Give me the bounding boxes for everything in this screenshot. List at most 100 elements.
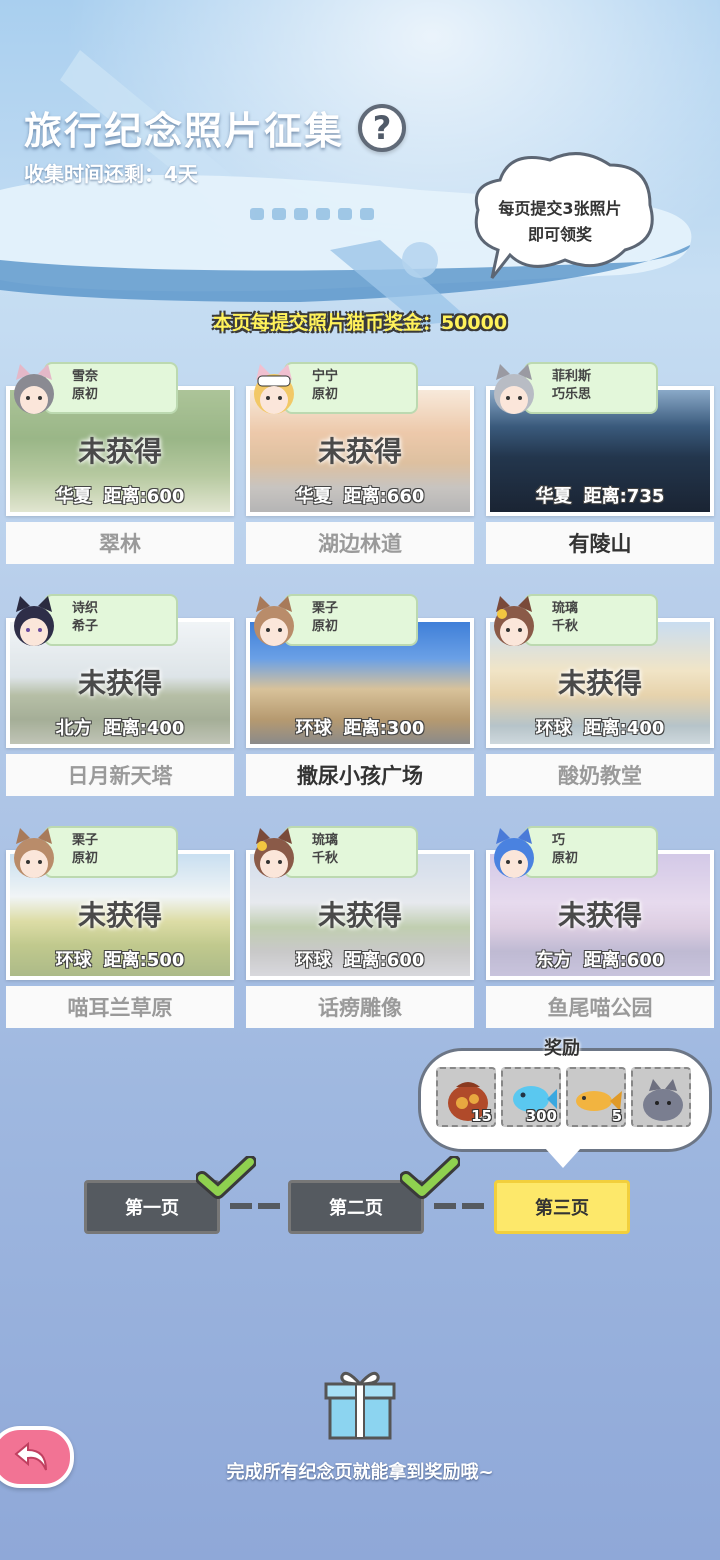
photo-region: 环球 [295,950,332,971]
photo-region: 华夏 [535,486,572,507]
cat-name-2: 希子 [72,619,99,634]
locked-status: 未获得 [77,899,162,932]
photo-info: 华夏 距离:735 [490,482,710,508]
speech-line-2: 即可领奖 [527,225,592,244]
photo-card[interactable]: 未获得 环球 距离:600 话痨雕像 琉璃 千秋 [246,826,474,1062]
page-connector [258,1203,280,1209]
photo-name: 喵耳兰草原 [6,986,234,1028]
cat-tag: 宁宁 原初 [284,362,418,414]
back-arrow-icon [14,1442,47,1471]
cat-name-1: 琉璃 [312,833,339,848]
photo-distance: 距离:600 [103,486,185,507]
photo-region: 环球 [55,950,92,971]
photo-card[interactable]: 环球 距离:300 撒尿小孩广场 栗子原初 [246,594,474,830]
bonus-text: 本页每提交照片猫币奖金：50000 [212,312,508,334]
photo-distance: 距离:400 [583,718,665,739]
cat-name-1: 菲利斯 [552,369,592,384]
page-connector [434,1203,456,1209]
rewards-popup-tail [545,1148,581,1168]
collection-timer: 收集时间还剩：4天 [24,162,198,186]
cat-name-1: 雪奈 [72,369,99,384]
cat-name-2: 原初 [72,851,99,866]
reward-item[interactable]: 15 [436,1067,496,1127]
cat-name-1: 宁宁 [312,369,339,384]
photo-card[interactable]: 未获得 环球 距离:500 喵耳兰草原 栗子 原初 [6,826,234,1062]
page-connector [230,1203,252,1209]
photo-info: 环球 距离:500 [10,946,230,972]
photo-info: 华夏 距离:600 [10,482,230,508]
photo-distance: 距离:660 [343,486,425,507]
cat-name-2: 原初 [312,387,339,402]
photo-card[interactable]: 未获得 华夏 距离:660 湖边林道 宁宁原初 [246,362,474,598]
cat-name-2: 原初 [552,851,579,866]
photo-card[interactable]: 未获得 环球 距离:400 酸奶教堂 琉璃 千秋 [486,594,714,830]
cat-avatar-icon [254,596,294,646]
cat-name-1: 诗织 [72,601,99,616]
locked-status: 未获得 [557,667,642,700]
photo-name: 酸奶教堂 [486,754,714,796]
cat-name-2: 原初 [72,387,99,402]
reward-item[interactable] [631,1067,691,1127]
page-connector [462,1203,484,1209]
locked-status: 未获得 [317,899,402,932]
photo-info: 东方 距离:600 [490,946,710,972]
photo-info: 北方 距离:400 [10,714,230,740]
locked-status: 未获得 [557,899,642,932]
photo-name: 翠林 [6,522,234,564]
cat-avatar-icon [494,596,534,646]
cat-tag: 诗织 希子 [44,594,178,646]
cat-tag: 菲利斯 巧乐思 [524,362,658,414]
footer-hint: 完成所有纪念页就能拿到奖励哦~ [226,1462,494,1483]
cat-tag: 巧原初 [524,826,658,878]
cat-avatar-icon [14,364,54,414]
reward-count: 300 [525,1107,557,1125]
photo-region: 华夏 [55,486,92,507]
photo-info: 环球 距离:600 [250,946,470,972]
photo-region: 环球 [535,718,572,739]
photo-name: 湖边林道 [246,522,474,564]
locked-status: 未获得 [77,667,162,700]
cat-tag: 琉璃 千秋 [284,826,418,878]
cat-name-1: 栗子 [312,601,339,616]
photo-region: 北方 [55,718,92,739]
cat-name-2: 原初 [312,619,339,634]
photo-distance: 距离:300 [343,718,425,739]
photo-name: 话痨雕像 [246,986,474,1028]
cat-tag: 栗子 原初 [284,594,418,646]
reward-item[interactable]: 300 [501,1067,561,1127]
page-3-button[interactable]: 第三页 [494,1180,630,1234]
gift-box-icon[interactable] [322,1364,398,1440]
photo-card[interactable]: 未获得 华夏 距离:600 翠林 雪奈 原初 [6,362,234,598]
photo-card[interactable]: 华夏 距离:735 有陵山 菲利斯巧乐思 [486,362,714,598]
cat-avatar-icon [494,364,534,414]
cat-name-2: 千秋 [552,619,579,634]
reward-item[interactable]: 5 [566,1067,626,1127]
photo-card[interactable]: 未获得 北方 距离:400 日月新天塔 诗织 希子 [6,594,234,830]
photo-name: 有陵山 [486,522,714,564]
speech-line-1: 每页提交3张照片 [498,199,622,218]
photo-region: 环球 [295,718,332,739]
back-button[interactable] [0,1426,74,1488]
photo-region: 华夏 [295,486,332,507]
checkmark-icon [196,1156,256,1199]
cat-avatar-icon [494,828,534,878]
photo-distance: 距离:600 [583,950,665,971]
help-button[interactable]: ? [358,104,406,152]
cat-tag: 栗子 原初 [44,826,178,878]
cat-avatar-icon [254,364,294,414]
speech-bubble-text: 每页提交3张照片 即可领奖 [480,196,640,248]
photo-distance: 距离:735 [583,486,665,507]
locked-status: 未获得 [317,435,402,468]
cat-name-2: 巧乐思 [552,387,592,402]
photo-card[interactable]: 未获得 东方 距离:600 鱼尾喵公园 巧原初 [486,826,714,1062]
photo-name: 撒尿小孩广场 [246,754,474,796]
cat-tag: 琉璃 千秋 [524,594,658,646]
photo-info: 华夏 距离:660 [250,482,470,508]
gray-cat-icon [643,1079,683,1121]
cat-tag: 雪奈 原初 [44,362,178,414]
page-title: 旅行纪念照片征集 [24,109,345,153]
reward-count: 15 [471,1107,492,1125]
reward-count: 5 [611,1107,622,1125]
cat-avatar-icon [14,596,54,646]
cat-avatar-icon [254,828,294,878]
